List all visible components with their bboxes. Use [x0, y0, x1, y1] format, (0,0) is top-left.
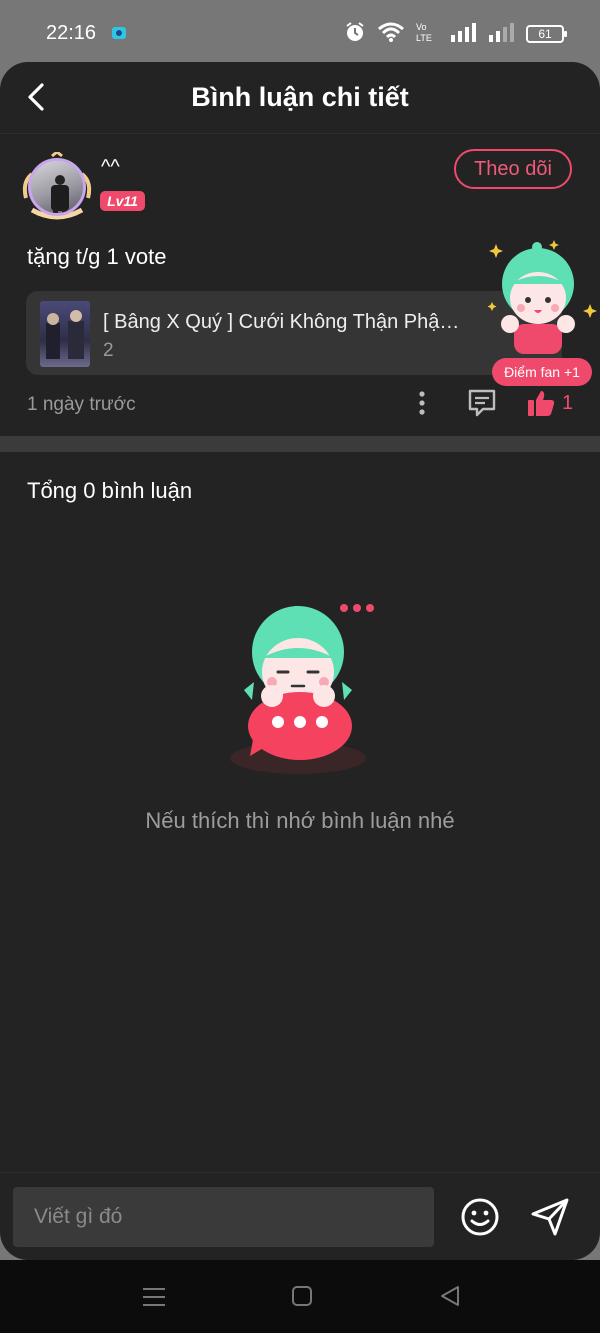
status-icons: Vo LTE 61 — [344, 20, 567, 48]
signal-icon — [450, 22, 476, 47]
username[interactable]: ^^ — [101, 156, 120, 179]
story-card[interactable]: [ Bâng X Quý ] Cưới Không Thận Phậ… 2 — [26, 291, 562, 375]
comment-input[interactable] — [13, 1187, 434, 1247]
avatar[interactable] — [22, 152, 92, 222]
story-vote-count: 2 — [103, 340, 114, 361]
top-bar: Bình luận chi tiết — [0, 62, 600, 134]
alarm-icon — [344, 21, 366, 48]
menu-icon — [143, 1288, 165, 1306]
like-count: 1 — [562, 392, 574, 414]
page-title: Bình luận chi tiết — [191, 82, 409, 112]
emoji-icon — [461, 1198, 499, 1236]
back-triangle-icon — [441, 1286, 459, 1306]
home-button[interactable] — [287, 1282, 317, 1312]
comment-button[interactable] — [466, 388, 498, 418]
story-cover-image — [40, 301, 90, 367]
fan-mascot-icon — [487, 240, 600, 358]
follow-button[interactable]: Theo dõi — [454, 149, 572, 189]
like-button[interactable]: 1 — [526, 386, 580, 420]
post-text: tặng t/g 1 vote — [27, 244, 167, 269]
svg-text:Vo: Vo — [416, 22, 427, 32]
more-vertical-icon — [419, 391, 425, 415]
comment-detail-screen: Bình luận chi tiết ^^ Lv11 Theo dõi tặng… — [0, 62, 600, 1260]
send-icon — [531, 1198, 569, 1236]
comment-composer — [0, 1172, 600, 1260]
status-time: 22:16 — [46, 22, 97, 44]
status-bar: 22:16 Vo LTE 61 — [0, 0, 600, 62]
level-badge: Lv11 — [100, 191, 145, 211]
post-time: 1 ngày trước — [27, 394, 136, 415]
thumbs-up-icon — [528, 391, 555, 416]
avatar-image — [28, 158, 86, 216]
comment-total: Tổng 0 bình luận — [27, 478, 193, 503]
comment-icon — [468, 389, 496, 417]
signal-icon — [488, 22, 514, 47]
empty-comments-mascot-icon — [224, 600, 384, 780]
svg-text:LTE: LTE — [416, 33, 432, 43]
home-square-icon — [292, 1286, 312, 1306]
more-options-button[interactable] — [412, 388, 432, 418]
empty-comments-message: Nếu thích thì nhớ bình luận nhé — [145, 808, 455, 833]
emoji-button[interactable] — [459, 1196, 501, 1238]
volte-icon: Vo LTE — [416, 21, 438, 48]
story-title: [ Bâng X Quý ] Cưới Không Thận Phậ… — [103, 311, 460, 333]
menu-button[interactable] — [139, 1282, 169, 1312]
system-back-button[interactable] — [436, 1282, 466, 1312]
section-divider — [0, 436, 600, 452]
wifi-icon — [378, 22, 404, 47]
app-notification-icon — [110, 24, 128, 42]
system-nav-bar — [0, 1260, 600, 1333]
fan-points-badge: Điểm fan +1 — [492, 358, 592, 386]
battery-icon: 61 — [526, 25, 567, 43]
send-button[interactable] — [528, 1195, 572, 1239]
